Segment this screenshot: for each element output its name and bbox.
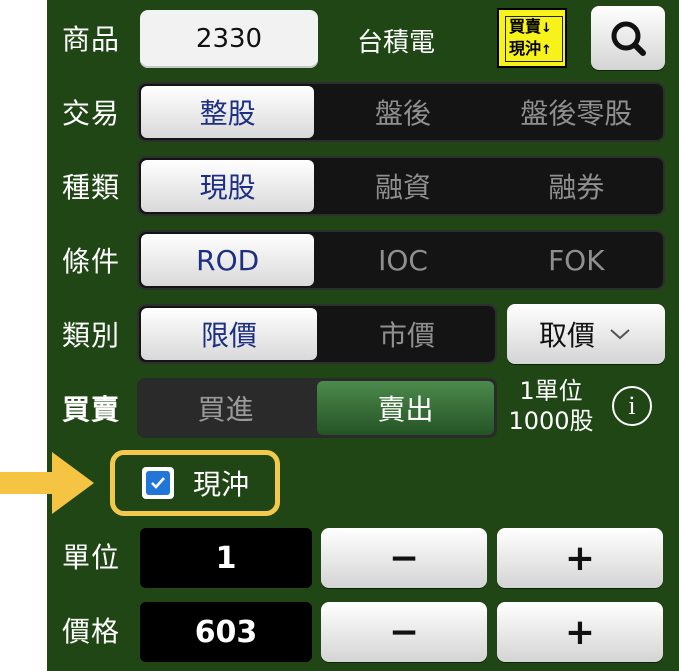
daytrade-checkbox[interactable] xyxy=(142,467,174,499)
price-plus-button[interactable]: + xyxy=(497,602,663,662)
fetch-price-label: 取價 xyxy=(538,319,595,352)
search-icon xyxy=(611,21,646,56)
condition-label: 條件 xyxy=(62,245,121,278)
price-input[interactable]: 603 xyxy=(140,602,312,662)
kind-label: 種類 xyxy=(62,171,121,204)
category-segmented: 限價 市價 xyxy=(137,304,497,364)
product-name: 台積電 xyxy=(357,28,436,58)
trade-label: 交易 xyxy=(62,97,121,130)
kind-option-cash[interactable]: 現股 xyxy=(141,160,315,212)
chevron-down-icon xyxy=(610,329,630,340)
daytrade-label: 現沖 xyxy=(193,468,250,501)
kind-option-short[interactable]: 融券 xyxy=(490,158,663,214)
trade-option-after[interactable]: 盤後 xyxy=(316,84,489,140)
kind-option-margin[interactable]: 融資 xyxy=(316,158,489,214)
search-button[interactable] xyxy=(591,6,665,70)
trade-option-odd[interactable]: 整股 xyxy=(141,86,315,138)
unit-info-line2: 1000股 xyxy=(508,407,594,435)
kind-segmented: 現股 融資 融券 xyxy=(137,156,665,216)
fetch-price-dropdown[interactable]: 取價 xyxy=(507,304,665,364)
product-label: 商品 xyxy=(62,23,121,56)
trade-segmented: 整股 盤後 盤後零股 xyxy=(137,82,665,142)
category-option-limit[interactable]: 限價 xyxy=(141,308,317,360)
side-label: 買賣 xyxy=(62,393,121,426)
condition-segmented: ROD IOC FOK xyxy=(137,230,665,290)
trade-option-after-odd[interactable]: 盤後零股 xyxy=(490,84,663,140)
product-code-input[interactable]: 2330 xyxy=(140,10,318,68)
check-icon xyxy=(146,471,170,495)
price-label: 價格 xyxy=(62,615,121,648)
category-option-market[interactable]: 市價 xyxy=(319,306,495,362)
quantity-input[interactable]: 1 xyxy=(140,528,312,588)
side-segmented: 買進 賣出 xyxy=(137,378,497,438)
condition-option-ioc[interactable]: IOC xyxy=(316,232,489,288)
daytrade-switch-icon[interactable]: 買賣↓ 現沖↑ xyxy=(497,8,567,68)
quantity-minus-button[interactable]: − xyxy=(321,528,487,588)
side-option-sell[interactable]: 賣出 xyxy=(317,381,494,435)
unit-info-line1: 1單位 xyxy=(519,377,583,405)
price-minus-button[interactable]: − xyxy=(321,602,487,662)
quantity-label: 單位 xyxy=(62,541,121,574)
condition-option-fok[interactable]: FOK xyxy=(490,232,663,288)
side-option-buy[interactable]: 買進 xyxy=(137,378,314,438)
info-icon[interactable]: i xyxy=(612,386,652,426)
condition-option-rod[interactable]: ROD xyxy=(141,234,315,286)
pointer-arrow-icon xyxy=(0,452,94,514)
category-label: 類別 xyxy=(62,319,121,352)
unit-info: 1單位 1000股 xyxy=(501,376,601,436)
quantity-plus-button[interactable]: + xyxy=(497,528,663,588)
